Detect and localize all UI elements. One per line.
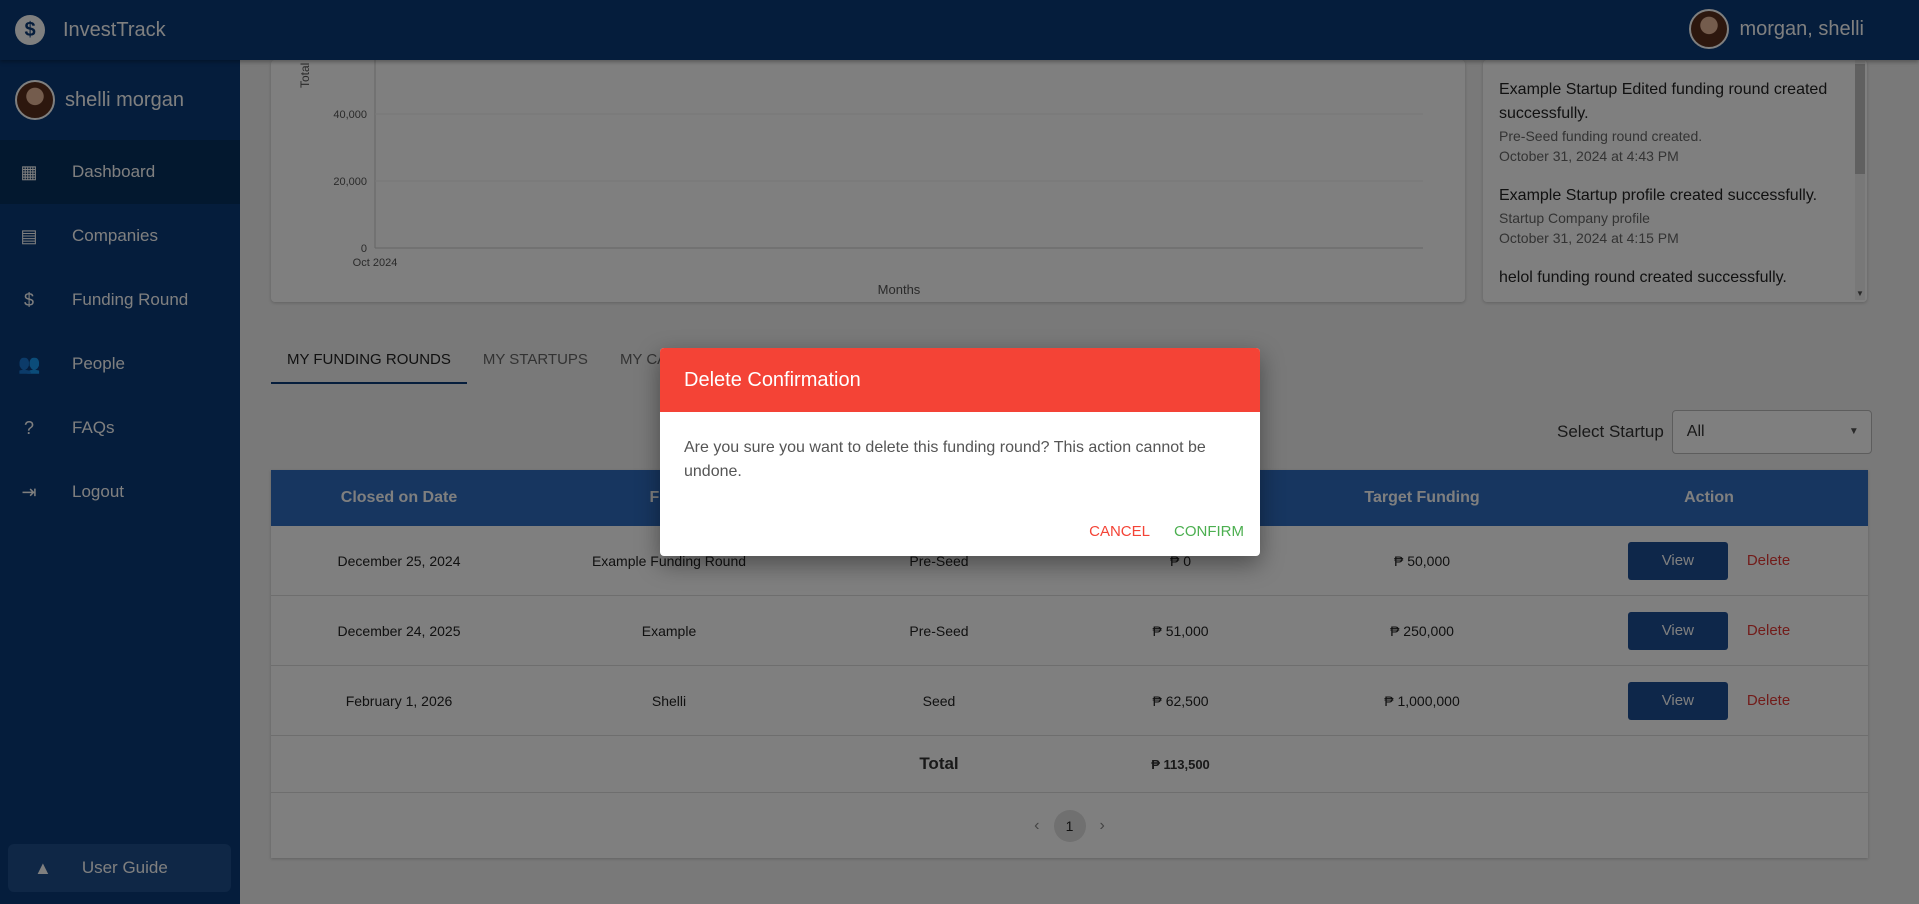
dialog-title: Delete Confirmation — [660, 348, 1260, 412]
dialog-actions: CANCEL CONFIRM — [1065, 523, 1244, 540]
delete-confirmation-dialog: Delete Confirmation Are you sure you wan… — [660, 348, 1260, 556]
cancel-button[interactable]: CANCEL — [1089, 523, 1150, 540]
confirm-button[interactable]: CONFIRM — [1174, 523, 1244, 540]
dialog-message: Are you sure you want to delete this fun… — [684, 439, 1206, 480]
